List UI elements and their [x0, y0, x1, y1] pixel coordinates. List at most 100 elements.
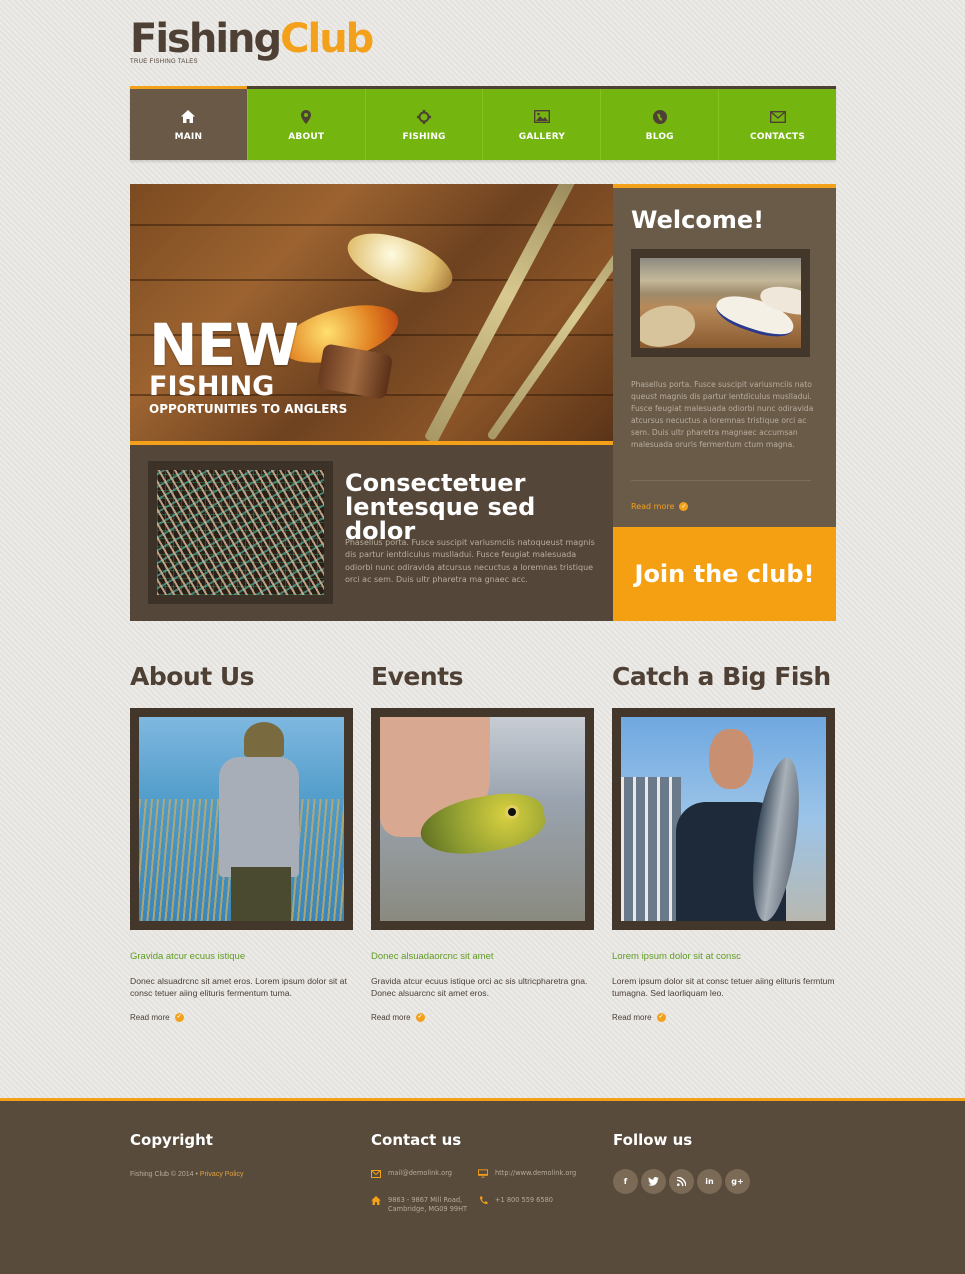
hero-tagline: OPPORTUNITIES TO ANGLERS: [149, 402, 348, 416]
column-events: Events Donec alsuadaorcnc sit amet Gravi…: [371, 660, 594, 1024]
column-subtitle: Donec alsuadaorcnc sit amet: [371, 951, 494, 962]
big-fish-photo[interactable]: [621, 717, 826, 921]
main-nav: MAIN ABOUT FISHING GALLERY BLOG CONTACTS: [130, 86, 836, 160]
nav-item-fishing[interactable]: FISHING: [364, 89, 483, 160]
column-text: Donec alsuadrcnc sit amet eros. Lorem ip…: [130, 976, 347, 999]
content-columns: About Us Gravida atcur ecuus istique Don…: [130, 660, 836, 1024]
home-icon: [371, 1196, 381, 1205]
read-more-label: Read more: [631, 502, 675, 511]
logo-text-fishing: Fishing: [130, 16, 282, 62]
social-links: f in g+: [613, 1169, 750, 1194]
logo[interactable]: FishingClub TRUE FISHING TALES: [130, 16, 374, 65]
google-plus-icon[interactable]: g+: [725, 1169, 750, 1194]
home-icon: [181, 108, 196, 126]
crosshair-icon: [417, 108, 432, 126]
nav-label: MAIN: [174, 131, 203, 142]
envelope-icon: [769, 108, 786, 126]
nav-item-about[interactable]: ABOUT: [246, 89, 365, 160]
nav-item-main[interactable]: MAIN: [130, 86, 247, 160]
copyright-label: Fishing Club © 2014 •: [130, 1171, 200, 1178]
footer-follow: Follow us f in g+: [613, 1131, 750, 1194]
nav-label: GALLERY: [518, 131, 566, 142]
website-text: http://www.demolink.org: [495, 1169, 577, 1177]
welcome-title: Welcome!: [631, 206, 765, 234]
nav-label: FISHING: [402, 131, 446, 142]
boats-photo: [640, 258, 801, 348]
check-circle-icon: ✓: [174, 1012, 184, 1022]
column-text: Lorem ipsum dolor sit at consc tetuer ai…: [612, 976, 835, 999]
photo-frame: [612, 708, 835, 930]
twitter-icon[interactable]: [641, 1169, 666, 1194]
nav-label: BLOG: [645, 131, 674, 142]
address-text: 9863 - 9867 Mill Road, Cambridge, MG09 9…: [388, 1196, 467, 1214]
check-circle-icon: ✓: [679, 502, 689, 511]
feature-panel: Consectetuer lentesque sed dolor Phasell…: [130, 445, 613, 621]
envelope-icon: [371, 1169, 381, 1178]
welcome-read-more-link[interactable]: Read more ✓: [631, 502, 689, 511]
address-line2: Cambridge, MG09 99HT: [388, 1205, 468, 1213]
divider: [631, 480, 811, 481]
image-icon: [533, 108, 550, 126]
privacy-policy-link[interactable]: Privacy Policy: [200, 1171, 244, 1178]
angler-photo[interactable]: [139, 717, 344, 921]
contact-phone[interactable]: +1 800 559 6580: [478, 1196, 553, 1205]
feature-text: Phasellus porta. Fusce suscipit variusmc…: [345, 538, 595, 584]
ropes-photo-frame: [148, 461, 333, 604]
nav-label: CONTACTS: [750, 131, 806, 142]
welcome-text: Phasellus porta. Fusce suscipit variusmc…: [631, 380, 814, 449]
facebook-icon[interactable]: f: [613, 1169, 638, 1194]
copyright-text: Fishing Club © 2014 • Privacy Policy: [130, 1171, 243, 1178]
column-title: About Us: [130, 662, 255, 691]
map-pin-icon: [301, 108, 312, 126]
footer-title: Copyright: [130, 1131, 213, 1149]
contact-grid: mail@demolink.org http://www.demolink.or…: [371, 1169, 601, 1229]
footer-title: Follow us: [613, 1131, 693, 1149]
feature-title: Consectetuer lentesque sed dolor: [345, 469, 536, 545]
column-about-us: About Us Gravida atcur ecuus istique Don…: [130, 660, 353, 1024]
ropes-photo: [157, 470, 324, 595]
column-subtitle: Gravida atcur ecuus istique: [130, 951, 246, 962]
catch-read-more-link[interactable]: Read more ✓: [612, 1012, 666, 1022]
linkedin-icon[interactable]: in: [697, 1169, 722, 1194]
column-subtitle: Lorem ipsum dolor sit at consc: [612, 951, 741, 962]
logo-text-club: Club: [280, 16, 374, 62]
contact-website[interactable]: http://www.demolink.org: [478, 1169, 576, 1178]
footer-contact: Contact us mail@demolink.org http://www.…: [371, 1131, 601, 1229]
contact-address: 9863 - 9867 Mill Road, Cambridge, MG09 9…: [371, 1196, 467, 1214]
column-title: Catch a Big Fish: [612, 662, 831, 691]
footer-title: Contact us: [371, 1131, 462, 1149]
welcome-panel: Welcome! Phasellus porta. Fusce suscipit…: [613, 184, 836, 527]
email-text: mail@demolink.org: [388, 1169, 452, 1177]
nav-item-gallery[interactable]: GALLERY: [482, 89, 601, 160]
column-title: Events: [371, 662, 463, 691]
hero-subheadline: FISHING: [149, 371, 275, 402]
nav-label: ABOUT: [288, 131, 325, 142]
join-club-button[interactable]: Join the club!: [613, 527, 836, 621]
hero-banner-image[interactable]: NEW FISHING OPPORTUNITIES TO ANGLERS: [130, 184, 613, 445]
photo-frame: [371, 708, 594, 930]
footer-copyright: Copyright Fishing Club © 2014 • Privacy …: [130, 1131, 243, 1178]
nav-item-contacts[interactable]: CONTACTS: [718, 89, 836, 160]
read-more-label: Read more: [371, 1012, 411, 1022]
check-circle-icon: ✓: [415, 1012, 425, 1022]
nav-item-blog[interactable]: BLOG: [600, 89, 719, 160]
check-circle-icon: ✓: [656, 1012, 666, 1022]
events-read-more-link[interactable]: Read more ✓: [371, 1012, 425, 1022]
hero-headline: NEW: [149, 311, 299, 379]
lure-photo[interactable]: [380, 717, 585, 921]
rss-icon[interactable]: [669, 1169, 694, 1194]
column-catch-big-fish: Catch a Big Fish Lorem ipsum dolor sit a…: [612, 660, 835, 1024]
address-line1: 9863 - 9867 Mill Road,: [388, 1196, 463, 1204]
read-more-label: Read more: [130, 1012, 170, 1022]
phone-icon: [478, 1196, 488, 1205]
read-more-label: Read more: [612, 1012, 652, 1022]
contact-email[interactable]: mail@demolink.org: [371, 1169, 452, 1178]
globe-icon: [652, 108, 667, 126]
monitor-icon: [478, 1169, 488, 1178]
about-read-more-link[interactable]: Read more ✓: [130, 1012, 184, 1022]
hero-section: NEW FISHING OPPORTUNITIES TO ANGLERS Con…: [130, 184, 836, 621]
column-text: Gravida atcur ecuus istique orci ac sis …: [371, 976, 588, 999]
boats-photo-frame: [631, 249, 810, 357]
phone-text: +1 800 559 6580: [495, 1196, 553, 1204]
photo-frame: [130, 708, 353, 930]
